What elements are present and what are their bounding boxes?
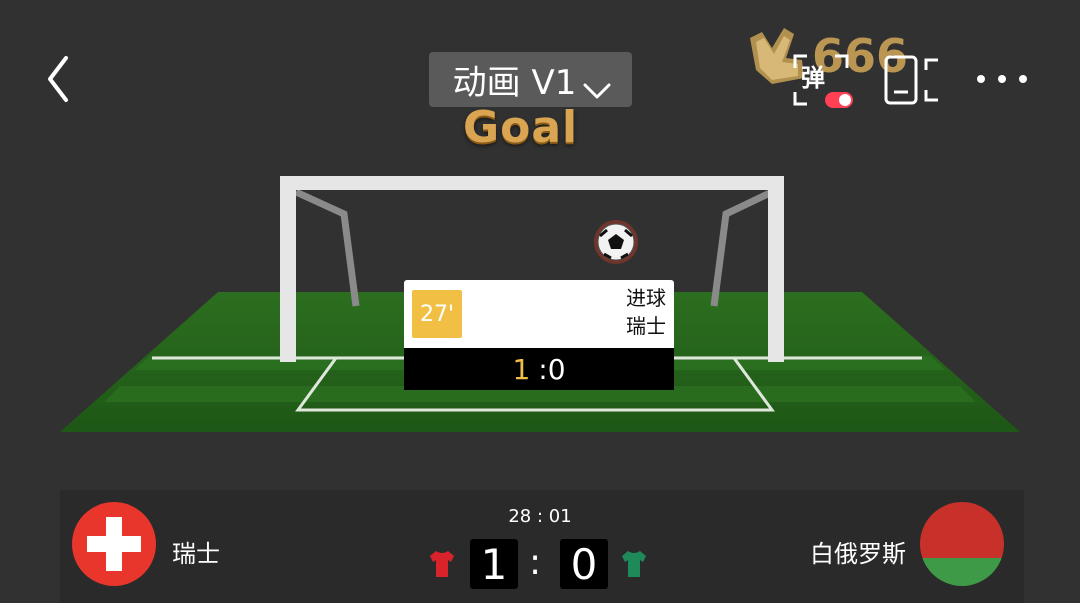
ball-icon: [594, 220, 638, 264]
more-options-button[interactable]: [975, 64, 1029, 94]
event-type: 进球: [626, 286, 666, 310]
home-team-name: 瑞士: [172, 540, 220, 568]
home-team-flag: [72, 502, 156, 586]
more-dots-icon: [977, 75, 1027, 83]
event-minute: 27': [412, 290, 462, 338]
toggle-switch[interactable]: [825, 92, 853, 108]
screen-mode-button[interactable]: [882, 54, 944, 106]
goal-event-card: 27' 进球 瑞士 1 :0: [404, 280, 674, 390]
chevron-left-icon: [48, 56, 68, 102]
goal-banner: Goal: [463, 102, 579, 153]
event-score-home: 1: [512, 352, 531, 386]
event-score-away: :0: [538, 352, 566, 386]
home-score: 1: [470, 539, 518, 589]
danmu-label: 弹: [801, 64, 825, 92]
chevron-down-icon: [582, 70, 612, 98]
away-team-name: 白俄罗斯: [810, 540, 906, 568]
away-jersey-icon: [620, 549, 648, 579]
match-clock: 28 : 01: [508, 506, 572, 527]
portrait-screen-icon: [884, 55, 938, 105]
back-button[interactable]: [40, 52, 80, 106]
away-team-flag: [920, 502, 1004, 586]
danmu-toggle[interactable]: 弹: [793, 54, 853, 108]
away-score: 0: [560, 539, 608, 589]
version-label: 动画 V1: [452, 63, 577, 103]
home-jersey-icon: [428, 549, 456, 579]
score-separator: :: [529, 542, 542, 583]
event-team: 瑞士: [626, 314, 666, 338]
animation-version-dropdown[interactable]: 动画 V1: [429, 52, 632, 107]
